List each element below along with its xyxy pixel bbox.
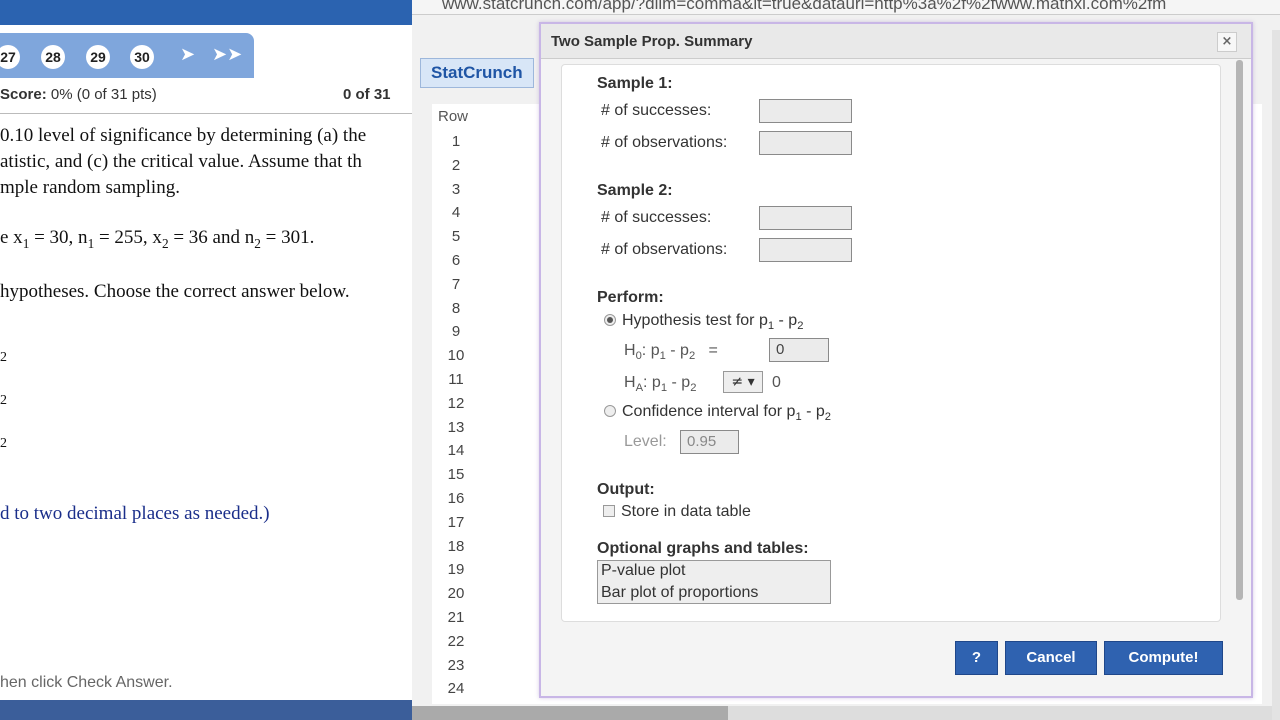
sample1-successes-label: # of successes: bbox=[601, 102, 712, 119]
row-number[interactable]: 13 bbox=[434, 419, 478, 436]
row-number[interactable]: 18 bbox=[434, 538, 478, 555]
ha-operator-select[interactable]: ≠ ▾ bbox=[723, 371, 763, 393]
cancel-button[interactable]: Cancel bbox=[1005, 641, 1097, 675]
question-line-3: mple random sampling. bbox=[0, 177, 180, 198]
close-icon[interactable]: × bbox=[1217, 32, 1237, 52]
dialog-scrollbar[interactable] bbox=[1236, 60, 1243, 600]
address-bar[interactable]: www.statcrunch.com/app/?dlim=comma&it=tr… bbox=[412, 0, 1280, 15]
ha-label: HA: p1 - p2 bbox=[624, 374, 697, 395]
perform-heading: Perform: bbox=[597, 289, 664, 306]
output-heading: Output: bbox=[597, 481, 655, 498]
optional-heading: Optional graphs and tables: bbox=[597, 540, 809, 557]
homework-footer bbox=[0, 700, 412, 720]
row-header: Row bbox=[438, 108, 469, 125]
row-number[interactable]: 19 bbox=[434, 561, 478, 578]
row-number[interactable]: 12 bbox=[434, 395, 478, 412]
ha-value: 0 bbox=[772, 374, 781, 391]
row-number[interactable]: 23 bbox=[434, 657, 478, 674]
next-arrow-icon[interactable]: ➤ bbox=[180, 44, 195, 65]
dialog-titlebar[interactable]: Two Sample Prop. Summary × bbox=[541, 24, 1251, 59]
row-number[interactable]: 22 bbox=[434, 633, 478, 650]
row-number[interactable]: 11 bbox=[434, 371, 478, 388]
row-number[interactable]: 17 bbox=[434, 514, 478, 531]
statcrunch-menu[interactable]: StatCrunch bbox=[420, 58, 534, 88]
answer-option-a[interactable]: 2 bbox=[0, 350, 7, 366]
scrollbar-thumb[interactable] bbox=[412, 706, 728, 720]
divider bbox=[0, 113, 412, 114]
compute-button[interactable]: Compute! bbox=[1104, 641, 1223, 675]
row-number[interactable]: 1 bbox=[434, 133, 478, 150]
h0-value-input[interactable]: 0 bbox=[769, 338, 829, 362]
hypothesis-test-radio[interactable] bbox=[604, 314, 616, 326]
sample1-observations-label: # of observations: bbox=[601, 134, 728, 151]
sample2-successes-input[interactable] bbox=[759, 206, 852, 230]
sample1-heading: Sample 1: bbox=[597, 75, 673, 92]
question-28-button[interactable]: 28 bbox=[41, 45, 65, 69]
sample1-observations-input[interactable] bbox=[759, 131, 852, 155]
row-number[interactable]: 3 bbox=[434, 181, 478, 198]
answer-option-b[interactable]: 2 bbox=[0, 393, 7, 409]
level-label: Level: bbox=[624, 433, 667, 450]
store-label: Store in data table bbox=[621, 503, 751, 520]
question-29-button[interactable]: 29 bbox=[86, 45, 110, 69]
row-number[interactable]: 14 bbox=[434, 442, 478, 459]
row-number[interactable]: 5 bbox=[434, 228, 478, 245]
row-number[interactable]: 8 bbox=[434, 300, 478, 317]
question-line-1: 0.10 level of significance by determinin… bbox=[0, 125, 367, 146]
row-number[interactable]: 6 bbox=[434, 252, 478, 269]
rounding-note: d to two decimal places as needed.) bbox=[0, 503, 270, 524]
sample2-heading: Sample 2: bbox=[597, 182, 673, 199]
question-count: 0 of 31 bbox=[343, 86, 391, 103]
question-prompt: hypotheses. Choose the correct answer be… bbox=[0, 281, 350, 302]
homework-panel: 27 28 29 30 ➤ ➤➤ Score: 0% (0 of 31 pts)… bbox=[0, 0, 412, 720]
store-checkbox[interactable] bbox=[603, 505, 615, 517]
help-button[interactable]: ? bbox=[955, 641, 998, 675]
question-line-2: atistic, and (c) the critical value. Ass… bbox=[0, 151, 362, 172]
answer-option-c[interactable]: 2 bbox=[0, 436, 7, 452]
sample2-observations-input[interactable] bbox=[759, 238, 852, 262]
score-label: Score: bbox=[0, 86, 47, 103]
dialog-title: Two Sample Prop. Summary bbox=[551, 33, 753, 50]
level-input[interactable]: 0.95 bbox=[680, 430, 739, 454]
graph-option-pvalue[interactable]: P-value plot bbox=[601, 562, 686, 580]
row-number[interactable]: 4 bbox=[434, 204, 478, 221]
row-number[interactable]: 16 bbox=[434, 490, 478, 507]
confidence-interval-radio[interactable] bbox=[604, 405, 616, 417]
row-number[interactable]: 2 bbox=[434, 157, 478, 174]
sample2-observations-label: # of observations: bbox=[601, 241, 728, 258]
page-scrollbar[interactable] bbox=[1272, 30, 1280, 720]
question-30-button[interactable]: 30 bbox=[130, 45, 154, 69]
row-number[interactable]: 7 bbox=[434, 276, 478, 293]
row-number[interactable]: 24 bbox=[434, 680, 478, 697]
last-arrow-icon[interactable]: ➤➤ bbox=[212, 44, 242, 65]
confidence-interval-label: Confidence interval for p1 - p2 bbox=[622, 403, 832, 424]
homework-topbar bbox=[0, 0, 412, 25]
score-value: 0% (0 of 31 pts) bbox=[50, 86, 157, 103]
row-number[interactable]: 9 bbox=[434, 323, 478, 340]
instruction-text: hen click Check Answer. bbox=[0, 674, 173, 691]
row-number[interactable]: 20 bbox=[434, 585, 478, 602]
h0-label: H0: p1 - p2 = bbox=[624, 342, 718, 363]
graph-option-barplot[interactable]: Bar plot of proportions bbox=[601, 584, 758, 602]
row-number[interactable]: 10 bbox=[434, 347, 478, 364]
graphs-listbox[interactable]: P-value plot Bar plot of proportions bbox=[597, 560, 831, 604]
row-number[interactable]: 21 bbox=[434, 609, 478, 626]
row-number[interactable]: 15 bbox=[434, 466, 478, 483]
sample2-successes-label: # of successes: bbox=[601, 209, 712, 226]
score: Score: 0% (0 of 31 pts) bbox=[0, 86, 157, 103]
url-text: www.statcrunch.com/app/?dlim=comma&it=tr… bbox=[442, 0, 1167, 13]
question-values: e x1 = 30, n1 = 255, x2 = 36 and n2 = 30… bbox=[0, 227, 315, 251]
hypothesis-test-label: Hypothesis test for p1 - p2 bbox=[622, 312, 804, 333]
sample1-successes-input[interactable] bbox=[759, 99, 852, 123]
